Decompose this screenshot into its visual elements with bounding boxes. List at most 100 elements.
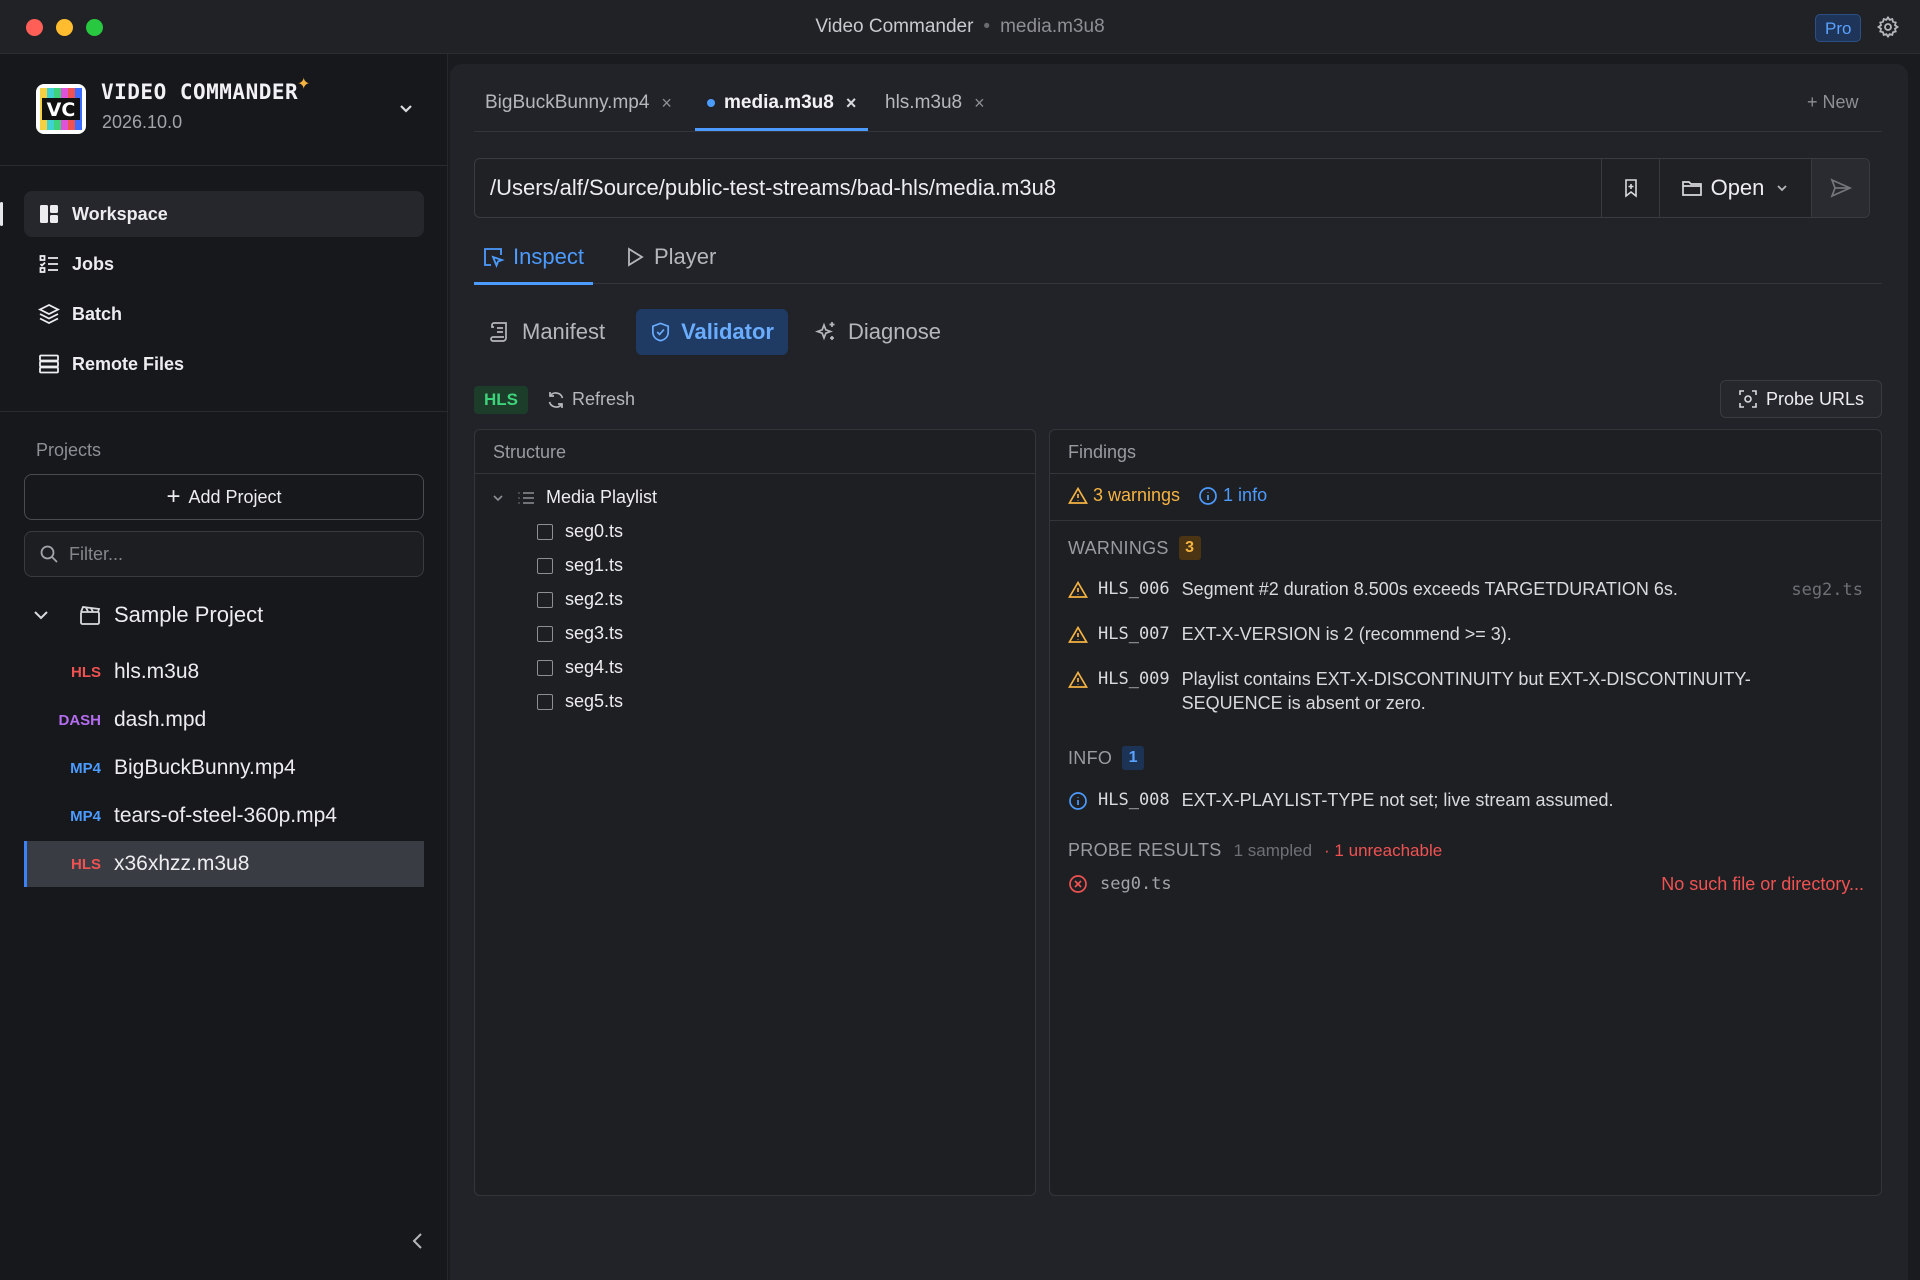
- finding-message: EXT-X-VERSION is 2 (recommend >= 3).: [1181, 624, 1512, 644]
- warning-finding[interactable]: HLS_006 Segment #2 duration 8.500s excee…: [1068, 579, 1868, 601]
- file-name: BigBuckBunny.mp4: [114, 756, 296, 779]
- tree-root-media-playlist[interactable]: Media Playlist: [490, 487, 657, 508]
- probe-urls-label: Probe URLs: [1765, 388, 1865, 409]
- finding-code: HLS_008: [1098, 790, 1170, 810]
- tab-player-label: Player: [654, 244, 717, 269]
- project-header[interactable]: Sample Project: [30, 602, 263, 628]
- file-type-badge: MP4: [70, 807, 101, 825]
- tab-inspect[interactable]: Inspect: [481, 244, 584, 270]
- info-label: INFO: [1068, 747, 1113, 768]
- file-type-badge: MP4: [70, 759, 101, 777]
- segment-checkbox[interactable]: [537, 659, 553, 676]
- subtab-manifest[interactable]: Manifest: [474, 309, 619, 355]
- file-item-selected[interactable]: HLS x36xhzz.m3u8: [24, 841, 424, 887]
- segment-checkbox[interactable]: [537, 625, 553, 642]
- probe-sampled-count: 1 sampled: [1233, 840, 1313, 860]
- segment-name: seg2.ts: [565, 589, 624, 609]
- finding-message: EXT-X-PLAYLIST-TYPE not set; live stream…: [1181, 790, 1614, 810]
- file-name: tears-of-steel-360p.mp4: [114, 804, 337, 827]
- segment-item[interactable]: seg4.ts: [537, 657, 623, 678]
- filter-field[interactable]: [24, 531, 424, 577]
- bookmark-button[interactable]: [1601, 159, 1659, 217]
- finding-code: HLS_006: [1098, 579, 1170, 599]
- close-icon[interactable]: ×: [846, 93, 857, 114]
- open-dropdown-button[interactable]: Open: [1659, 159, 1811, 217]
- file-item[interactable]: DASH dash.mpd: [24, 697, 424, 743]
- search-icon: [40, 545, 58, 563]
- info-summary[interactable]: 1 info: [1198, 485, 1267, 506]
- segment-checkbox[interactable]: [537, 591, 553, 608]
- tab-hls-m3u8[interactable]: hls.m3u8 ×: [885, 92, 985, 114]
- close-icon[interactable]: ×: [661, 93, 672, 114]
- filter-input[interactable]: [69, 543, 389, 565]
- findings-summary: 3 warnings 1 info: [1068, 485, 1267, 506]
- pro-badge[interactable]: Pro: [1815, 14, 1862, 42]
- warning-finding[interactable]: HLS_009 Playlist contains EXT-X-DISCONTI…: [1068, 669, 1808, 715]
- jobs-icon: [39, 255, 58, 273]
- send-button[interactable]: [1811, 159, 1869, 217]
- chevron-down-icon: [1777, 185, 1788, 192]
- subtab-validator[interactable]: Validator: [636, 309, 788, 355]
- file-item[interactable]: MP4 BigBuckBunny.mp4: [24, 745, 424, 791]
- warning-finding[interactable]: HLS_007 EXT-X-VERSION is 2 (recommend >=…: [1068, 624, 1868, 646]
- send-icon: [1829, 178, 1852, 198]
- nav-item-remote-files[interactable]: Remote Files: [24, 341, 424, 387]
- segment-item[interactable]: seg3.ts: [537, 623, 623, 644]
- file-type-badge: HLS: [71, 855, 101, 873]
- warning-icon: [1068, 670, 1088, 688]
- file-type-badge: DASH: [58, 711, 101, 729]
- plus-icon: +: [166, 483, 181, 510]
- probe-results-label: PROBE RESULTS: [1068, 840, 1222, 860]
- warnings-summary[interactable]: 3 warnings: [1068, 485, 1180, 506]
- chevron-down-icon[interactable]: [490, 490, 506, 506]
- gear-icon[interactable]: [1876, 15, 1900, 39]
- file-type-badge: HLS: [71, 663, 101, 681]
- info-icon: [1069, 792, 1087, 810]
- new-tab-button[interactable]: + New: [1807, 92, 1859, 113]
- segment-checkbox[interactable]: [537, 693, 553, 710]
- segment-checkbox[interactable]: [537, 523, 553, 540]
- findings-title: Findings: [1050, 430, 1881, 474]
- segment-item[interactable]: seg2.ts: [537, 589, 623, 610]
- probe-result-row[interactable]: seg0.ts No such file or directory...: [1068, 874, 1864, 894]
- refresh-button[interactable]: Refresh: [546, 389, 635, 410]
- bookmark-icon: [1624, 179, 1637, 198]
- probe-urls-button[interactable]: Probe URLs: [1720, 380, 1882, 418]
- finding-code: HLS_007: [1098, 624, 1170, 644]
- finding-segment-ref[interactable]: seg2.ts: [1791, 580, 1863, 600]
- sparkle-icon: ✦: [297, 76, 311, 93]
- title-bar: Video Commander • media.m3u8 Pro: [0, 0, 1920, 54]
- segment-item[interactable]: seg5.ts: [537, 691, 623, 712]
- tab-bigbuckbunny[interactable]: BigBuckBunny.mp4 ×: [485, 92, 672, 114]
- tab-media-m3u8[interactable]: media.m3u8 ×: [707, 92, 856, 114]
- nav-item-jobs[interactable]: Jobs: [24, 241, 424, 287]
- file-item[interactable]: MP4 tears-of-steel-360p.mp4: [24, 793, 424, 839]
- nav-item-batch[interactable]: Batch: [24, 291, 424, 337]
- warnings-label: WARNINGS: [1068, 537, 1169, 558]
- subtab-diagnose[interactable]: Diagnose: [800, 309, 955, 355]
- app-logo: VC: [36, 84, 86, 134]
- segment-name: seg0.ts: [565, 521, 624, 541]
- probe-error-message: No such file or directory...: [1661, 873, 1864, 894]
- chevron-down-icon[interactable]: [30, 604, 52, 626]
- segment-checkbox[interactable]: [537, 557, 553, 574]
- workspace-icon: [40, 205, 58, 223]
- collapse-sidebar-icon[interactable]: [407, 1230, 429, 1252]
- active-tab-underline: [695, 128, 868, 131]
- info-finding[interactable]: HLS_008 EXT-X-PLAYLIST-TYPE not set; liv…: [1068, 790, 1868, 812]
- open-label: Open: [1710, 175, 1765, 200]
- warning-icon: [1068, 625, 1088, 643]
- tab-player[interactable]: Player: [624, 244, 716, 270]
- segment-item[interactable]: seg1.ts: [537, 555, 623, 576]
- nav-item-workspace[interactable]: Workspace: [24, 191, 424, 237]
- chevron-down-icon[interactable]: [396, 98, 416, 118]
- app-name: VIDEO COMMANDER: [101, 80, 299, 104]
- file-item[interactable]: HLS hls.m3u8: [24, 649, 424, 695]
- add-project-button[interactable]: + Add Project: [24, 474, 424, 520]
- probe-file-name: seg0.ts: [1100, 874, 1172, 894]
- url-input[interactable]: /Users/alf/Source/public-test-streams/ba…: [490, 175, 1056, 201]
- close-icon[interactable]: ×: [974, 93, 985, 114]
- refresh-icon: [548, 391, 564, 408]
- segment-item[interactable]: seg0.ts: [537, 521, 623, 542]
- subtab-label: Validator: [681, 319, 774, 344]
